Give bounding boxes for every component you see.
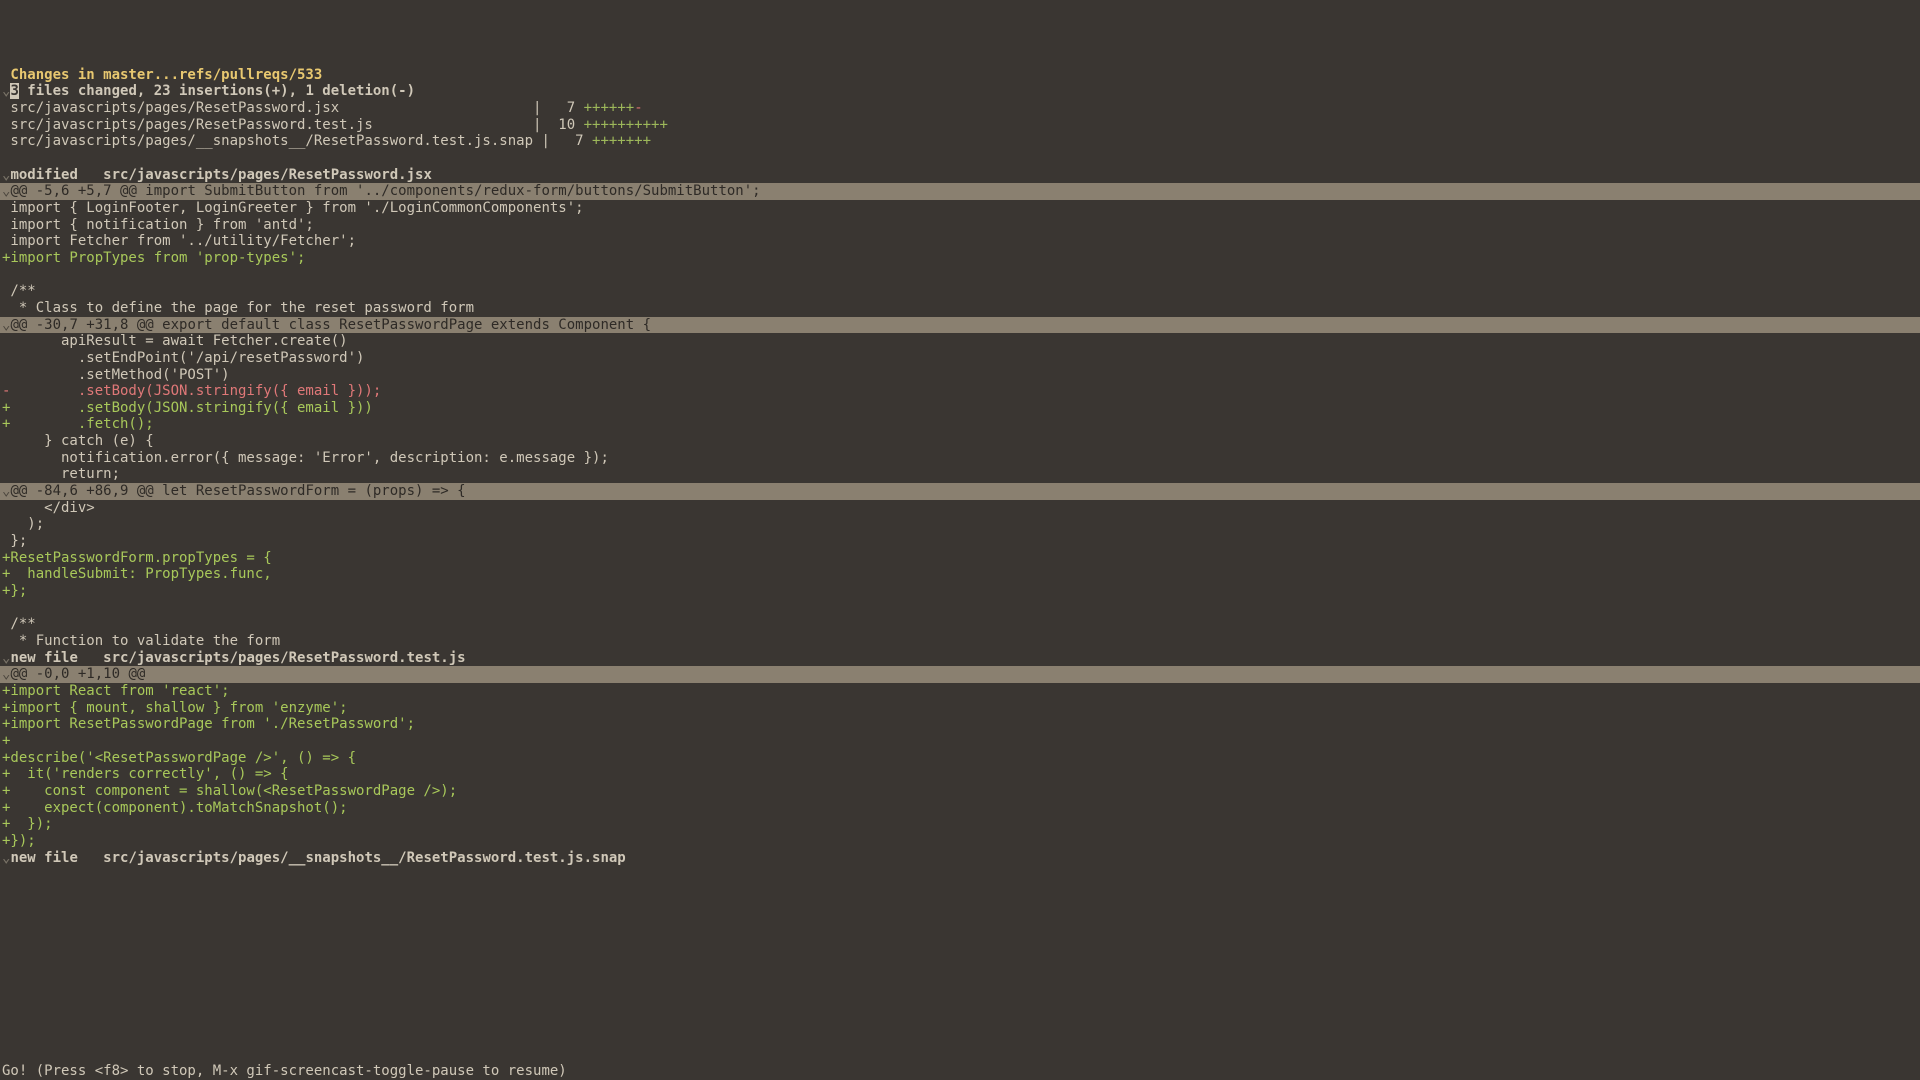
diff-line: import Fetcher from '../utility/Fetcher'… bbox=[0, 233, 1920, 250]
diff-line: + .fetch(); bbox=[0, 416, 1920, 433]
diff-line: - .setBody(JSON.stringify({ email })); bbox=[0, 383, 1920, 400]
diff-line: /** bbox=[0, 283, 1920, 300]
diff-line: +import PropTypes from 'prop-types'; bbox=[0, 250, 1920, 267]
diff-line: .setEndPoint('/api/resetPassword') bbox=[0, 350, 1920, 367]
diff-title: Changes in master...refs/pullreqs/533 bbox=[0, 67, 1920, 84]
diff-line: +describe('<ResetPasswordPage />', () =>… bbox=[0, 750, 1920, 767]
diff-line: * Class to define the page for the reset… bbox=[0, 300, 1920, 317]
diff-line: import { notification } from 'antd'; bbox=[0, 217, 1920, 234]
diff-line: } catch (e) { bbox=[0, 433, 1920, 450]
diff-line: + const component = shallow(<ResetPasswo… bbox=[0, 783, 1920, 800]
hunk-header[interactable]: ⌄@@ -30,7 +31,8 @@ export default class … bbox=[0, 317, 1920, 334]
diffstat-file[interactable]: src/javascripts/pages/__snapshots__/Rese… bbox=[0, 133, 1920, 150]
status-bar: Go! (Press <f8> to stop, M-x gif-screenc… bbox=[0, 1062, 1920, 1080]
diff-line: </div> bbox=[0, 500, 1920, 517]
diff-line: * Function to validate the form bbox=[0, 633, 1920, 650]
diff-line: + .setBody(JSON.stringify({ email })) bbox=[0, 400, 1920, 417]
diff-section-header[interactable]: ⌄modified src/javascripts/pages/ResetPas… bbox=[0, 167, 1920, 184]
diffstat-summary[interactable]: ⌄3 files changed, 23 insertions(+), 1 de… bbox=[0, 83, 1920, 100]
diffstat-file[interactable]: src/javascripts/pages/ResetPassword.test… bbox=[0, 117, 1920, 134]
diff-line: + handleSubmit: PropTypes.func, bbox=[0, 566, 1920, 583]
diff-line: return; bbox=[0, 466, 1920, 483]
hunk-header[interactable]: ⌄@@ -84,6 +86,9 @@ let ResetPasswordForm… bbox=[0, 483, 1920, 500]
diff-line bbox=[0, 267, 1920, 284]
diff-line: }; bbox=[0, 533, 1920, 550]
diff-line: +import React from 'react'; bbox=[0, 683, 1920, 700]
diff-line: ); bbox=[0, 516, 1920, 533]
diff-line: import { LoginFooter, LoginGreeter } fro… bbox=[0, 200, 1920, 217]
diff-line: +}; bbox=[0, 583, 1920, 600]
diff-line: + it('renders correctly', () => { bbox=[0, 766, 1920, 783]
diff-line: +import ResetPasswordPage from './ResetP… bbox=[0, 716, 1920, 733]
diff-line: + bbox=[0, 733, 1920, 750]
diff-section-header[interactable]: ⌄new file src/javascripts/pages/ResetPas… bbox=[0, 650, 1920, 667]
diff-line: +}); bbox=[0, 833, 1920, 850]
diff-line: +import { mount, shallow } from 'enzyme'… bbox=[0, 700, 1920, 717]
diff-line: + }); bbox=[0, 816, 1920, 833]
diff-line: /** bbox=[0, 616, 1920, 633]
hunk-header[interactable]: ⌄@@ -5,6 +5,7 @@ import SubmitButton fro… bbox=[0, 183, 1920, 200]
diff-line: notification.error({ message: 'Error', d… bbox=[0, 450, 1920, 467]
diff-line: .setMethod('POST') bbox=[0, 367, 1920, 384]
diff-line: + expect(component).toMatchSnapshot(); bbox=[0, 800, 1920, 817]
diff-line bbox=[0, 600, 1920, 617]
diff-line: apiResult = await Fetcher.create() bbox=[0, 333, 1920, 350]
diff-line: +ResetPasswordForm.propTypes = { bbox=[0, 550, 1920, 567]
blank-line bbox=[0, 150, 1920, 167]
diffstat-file[interactable]: src/javascripts/pages/ResetPassword.jsx … bbox=[0, 100, 1920, 117]
diff-section-header[interactable]: ⌄new file src/javascripts/pages/__snapsh… bbox=[0, 850, 1920, 867]
hunk-header[interactable]: ⌄@@ -0,0 +1,10 @@ bbox=[0, 666, 1920, 683]
